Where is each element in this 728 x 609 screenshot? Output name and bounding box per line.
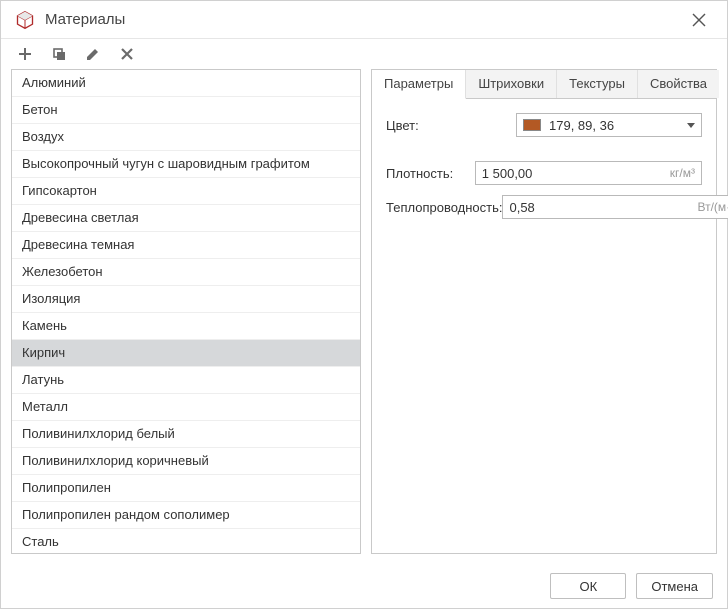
material-item[interactable]: Поливинилхлорид коричневый bbox=[12, 448, 360, 475]
conductivity-label: Теплопроводность: bbox=[386, 200, 502, 215]
density-input[interactable] bbox=[476, 162, 664, 184]
color-value-text: 179, 89, 36 bbox=[549, 118, 687, 133]
density-unit: кг/м³ bbox=[664, 166, 701, 180]
row-conductivity: Теплопроводность: Вт/(м·К) bbox=[386, 195, 702, 219]
edit-button[interactable] bbox=[79, 41, 107, 67]
material-item[interactable]: Полипропилен bbox=[12, 475, 360, 502]
density-label: Плотность: bbox=[386, 166, 475, 181]
materials-list-panel: АлюминийБетонВоздухВысокопрочный чугун с… bbox=[11, 69, 361, 554]
material-item[interactable]: Гипсокартон bbox=[12, 178, 360, 205]
material-item[interactable]: Сталь bbox=[12, 529, 360, 553]
tab-2[interactable]: Текстуры bbox=[557, 70, 638, 98]
row-density: Плотность: кг/м³ bbox=[386, 161, 702, 185]
row-color: Цвет: 179, 89, 36 bbox=[386, 113, 702, 137]
caret-down-icon bbox=[687, 123, 695, 128]
material-item[interactable]: Железобетон bbox=[12, 259, 360, 286]
conductivity-unit: Вт/(м·К) bbox=[691, 200, 728, 214]
density-input-wrap: кг/м³ bbox=[475, 161, 702, 185]
material-item[interactable]: Изоляция bbox=[12, 286, 360, 313]
toolbar bbox=[1, 39, 727, 69]
material-item[interactable]: Металл bbox=[12, 394, 360, 421]
conductivity-input[interactable] bbox=[503, 196, 691, 218]
material-item[interactable]: Поливинилхлорид белый bbox=[12, 421, 360, 448]
material-item[interactable]: Древесина темная bbox=[12, 232, 360, 259]
color-swatch bbox=[523, 119, 541, 131]
ok-button[interactable]: ОК bbox=[550, 573, 626, 599]
add-button[interactable] bbox=[11, 41, 39, 67]
material-item[interactable]: Латунь bbox=[12, 367, 360, 394]
delete-button[interactable] bbox=[113, 41, 141, 67]
tab-3[interactable]: Свойства bbox=[638, 70, 719, 98]
color-combo[interactable]: 179, 89, 36 bbox=[516, 113, 702, 137]
close-button[interactable] bbox=[683, 4, 715, 36]
tab-0[interactable]: Параметры bbox=[372, 70, 466, 99]
color-label: Цвет: bbox=[386, 118, 516, 133]
material-item[interactable]: Бетон bbox=[12, 97, 360, 124]
properties-panel: ПараметрыШтриховкиТекстурыСвойства Цвет:… bbox=[371, 69, 717, 554]
duplicate-button[interactable] bbox=[45, 41, 73, 67]
tab-content-parameters: Цвет: 179, 89, 36 Плотность: bbox=[372, 99, 716, 553]
material-item[interactable]: Воздух bbox=[12, 124, 360, 151]
materials-dialog: Материалы АлюминийБетонВоздухВысокопрочн… bbox=[0, 0, 728, 609]
main-area: АлюминийБетонВоздухВысокопрочный чугун с… bbox=[1, 69, 727, 564]
material-item[interactable]: Камень bbox=[12, 313, 360, 340]
material-item[interactable]: Высокопрочный чугун с шаровидным графито… bbox=[12, 151, 360, 178]
footer: ОК Отмена bbox=[1, 564, 727, 608]
dialog-title: Материалы bbox=[45, 11, 683, 28]
materials-list[interactable]: АлюминийБетонВоздухВысокопрочный чугун с… bbox=[12, 70, 360, 553]
titlebar: Материалы bbox=[1, 1, 727, 39]
material-item[interactable]: Полипропилен рандом сополимер bbox=[12, 502, 360, 529]
conductivity-input-wrap: Вт/(м·К) bbox=[502, 195, 728, 219]
material-item[interactable]: Алюминий bbox=[12, 70, 360, 97]
cancel-button[interactable]: Отмена bbox=[636, 573, 713, 599]
material-item[interactable]: Древесина светлая bbox=[12, 205, 360, 232]
tab-1[interactable]: Штриховки bbox=[466, 70, 557, 98]
tabs: ПараметрыШтриховкиТекстурыСвойства bbox=[372, 70, 716, 99]
material-item[interactable]: Кирпич bbox=[12, 340, 360, 367]
app-icon bbox=[15, 10, 35, 30]
